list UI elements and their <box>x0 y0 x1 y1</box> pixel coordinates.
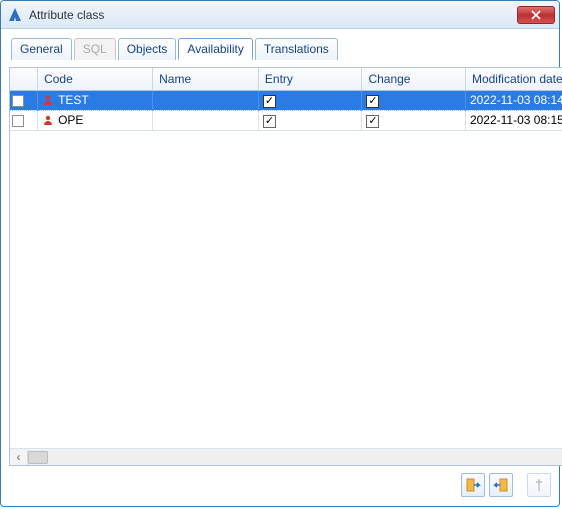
attribute-class-dialog: Attribute class General SQL Objects Avai… <box>0 0 560 507</box>
grid-header-code[interactable]: Code <box>38 68 153 90</box>
export-button-b[interactable] <box>489 473 513 497</box>
grid-header-entry[interactable]: Entry <box>258 68 362 90</box>
horizontal-scrollbar[interactable]: ‹ › <box>10 448 562 465</box>
grid-header-row: Code Name Entry Change Modification date <box>10 68 562 90</box>
close-button[interactable] <box>517 6 555 24</box>
grid-header-moddate[interactable]: Modification date <box>465 68 562 90</box>
cell-entry-checkbox[interactable] <box>263 115 276 128</box>
export-button-a[interactable] <box>461 473 485 497</box>
scroll-thumb[interactable] <box>28 451 48 464</box>
scroll-track[interactable] <box>27 450 562 465</box>
cell-entry-checkbox[interactable] <box>263 95 276 108</box>
cell-moddate: 2022-11-03 08:14:15 <box>470 93 562 107</box>
tab-objects[interactable]: Objects <box>118 38 177 60</box>
row-select-checkbox[interactable] <box>12 95 24 107</box>
tab-general[interactable]: General <box>11 38 72 60</box>
tab-translations[interactable]: Translations <box>255 38 338 60</box>
scroll-left-button[interactable]: ‹ <box>10 450 27 465</box>
row-select-checkbox[interactable] <box>12 115 24 127</box>
availability-grid: Code Name Entry Change Modification date <box>9 67 562 466</box>
dialog-body: General SQL Objects Availability Transla… <box>1 29 559 506</box>
grid-header-change[interactable]: Change <box>362 68 466 90</box>
cell-code: TEST <box>58 93 89 107</box>
titlebar: Attribute class <box>1 1 559 29</box>
cell-change-checkbox[interactable] <box>366 95 379 108</box>
user-icon <box>42 114 54 126</box>
grid-header-selector[interactable] <box>10 68 38 90</box>
cell-moddate: 2022-11-03 08:15:27 <box>470 113 562 127</box>
cell-code: OPE <box>58 113 83 127</box>
tab-bar: General SQL Objects Availability Transla… <box>9 37 551 59</box>
user-icon <box>42 94 54 106</box>
pin-button[interactable] <box>527 473 551 497</box>
tab-sql: SQL <box>74 38 116 60</box>
grid-header-name[interactable]: Name <box>153 68 259 90</box>
table-row[interactable]: TEST 2022-11-03 08:14:15 <box>10 90 562 110</box>
tab-availability[interactable]: Availability <box>178 38 252 60</box>
cell-change-checkbox[interactable] <box>366 115 379 128</box>
app-icon <box>7 7 23 23</box>
window-title: Attribute class <box>29 8 517 22</box>
bottom-toolbar <box>9 470 551 500</box>
table-row[interactable]: OPE 2022-11-03 08:15:27 <box>10 110 562 130</box>
